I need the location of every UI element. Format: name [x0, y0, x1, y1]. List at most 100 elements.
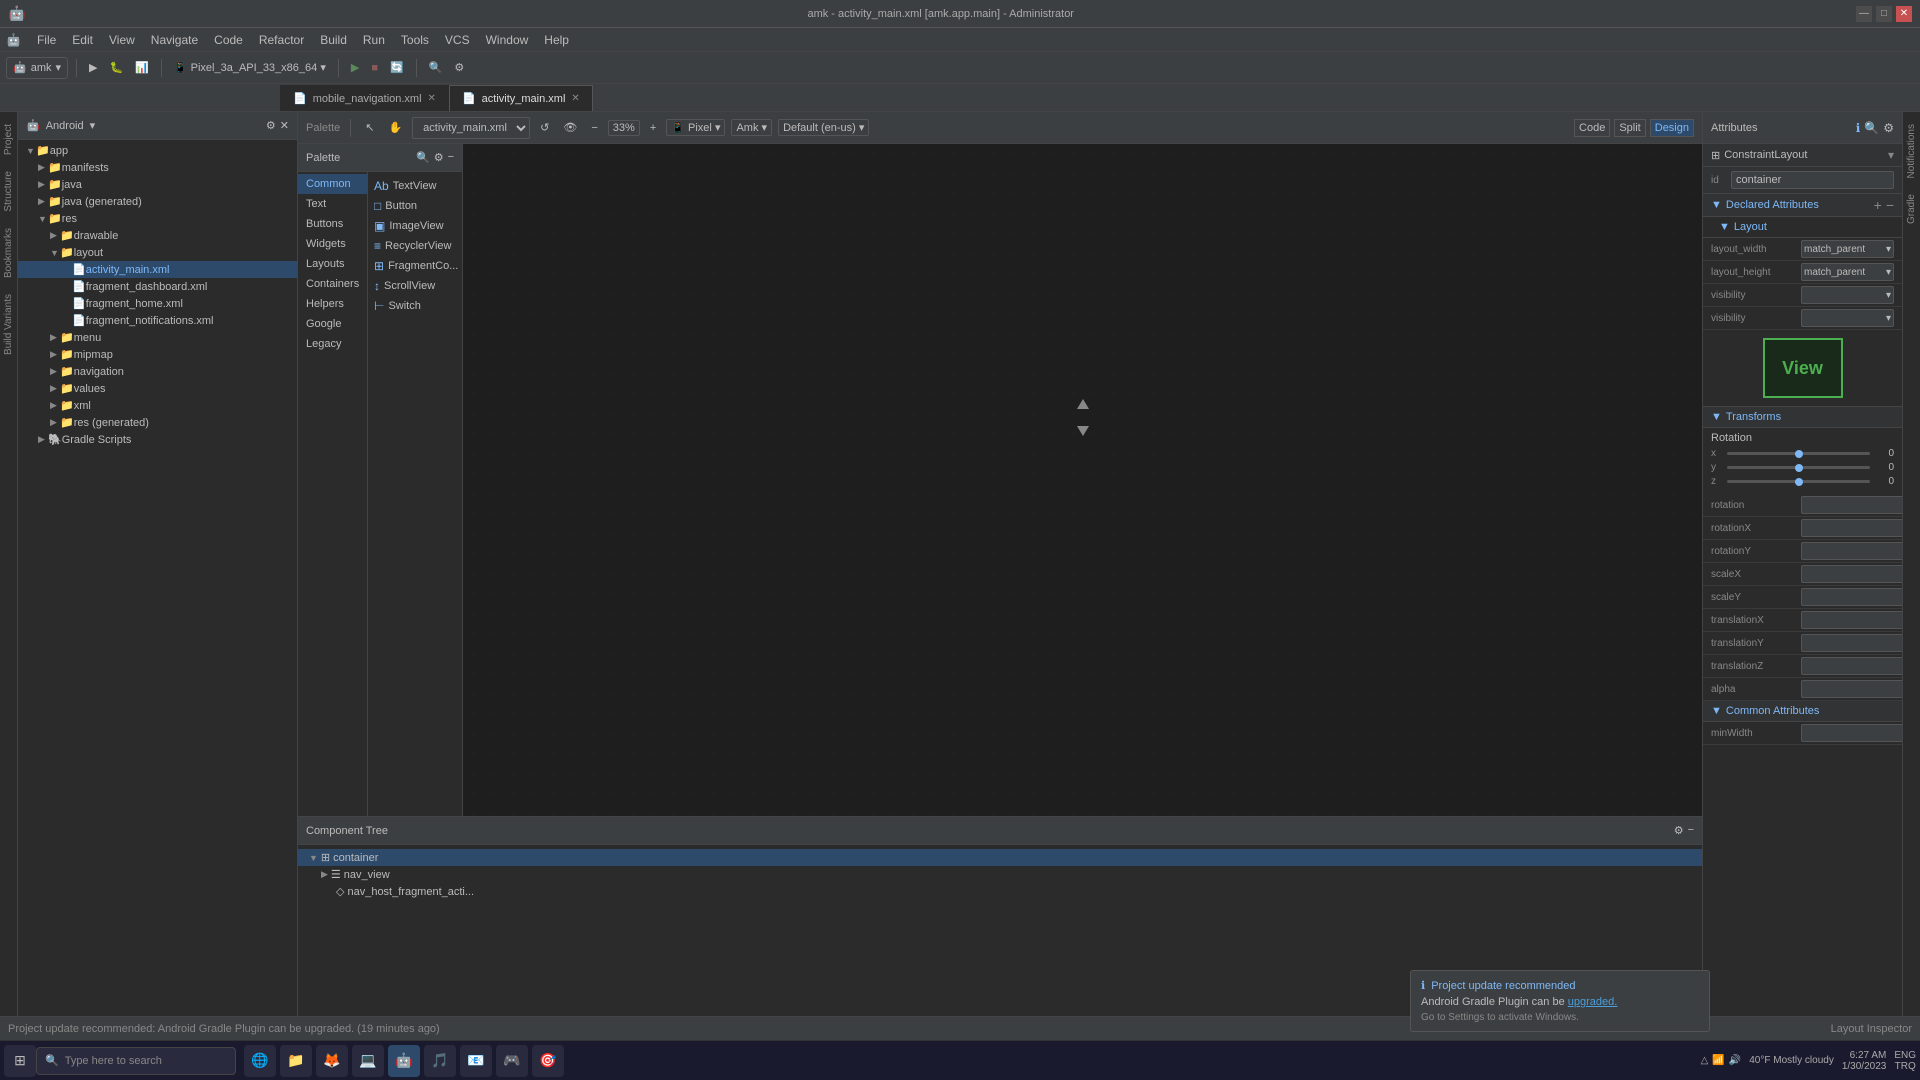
- design-btn-pan[interactable]: ✋: [384, 119, 406, 136]
- search-icon-palette[interactable]: 🔍: [416, 151, 430, 164]
- palette-item-scrollview[interactable]: ↕ ScrollView: [368, 276, 462, 296]
- tree-item-xml[interactable]: ▶ 📁 xml: [18, 397, 297, 414]
- y-slider[interactable]: [1727, 466, 1870, 469]
- tree-item-java-gen[interactable]: ▶ 📁 java (generated): [18, 193, 297, 210]
- tree-item-activity-main[interactable]: 📄 activity_main.xml: [18, 261, 297, 278]
- palette-item-switch[interactable]: ⊢ Switch: [368, 296, 462, 316]
- tree-item-mipmap[interactable]: ▶ 📁 mipmap: [18, 346, 297, 363]
- profile-button[interactable]: 📊: [131, 59, 153, 76]
- menu-vcs[interactable]: VCS: [437, 31, 478, 49]
- design-btn-zoom-out[interactable]: −: [587, 120, 601, 136]
- tree-item-navigation[interactable]: ▶ 📁 navigation: [18, 363, 297, 380]
- transforms-section-header[interactable]: ▼ Transforms: [1703, 407, 1902, 428]
- remove-declared-btn[interactable]: −: [1886, 198, 1894, 212]
- menu-window[interactable]: Window: [478, 31, 537, 49]
- visibility-value[interactable]: ▾: [1801, 286, 1894, 304]
- design-btn-select[interactable]: ↖: [361, 119, 378, 136]
- tab-close-inactive[interactable]: ✕: [428, 93, 436, 104]
- tab-mobile-navigation[interactable]: 📄 mobile_navigation.xml ✕: [280, 85, 449, 111]
- device-selector-design[interactable]: 📱 Pixel ▾: [666, 119, 725, 136]
- menu-file[interactable]: File: [29, 31, 64, 49]
- visibility2-value[interactable]: ▾: [1801, 309, 1894, 327]
- notif-link[interactable]: upgraded.: [1568, 996, 1618, 1008]
- tree-item-menu[interactable]: ▶ 📁 menu: [18, 329, 297, 346]
- panel-structure[interactable]: Structure: [1, 163, 16, 220]
- taskbar-app-2[interactable]: 📁: [280, 1045, 312, 1077]
- start-button[interactable]: ⊞: [4, 1045, 36, 1077]
- tree-item-fragment-notif[interactable]: 📄 fragment_notifications.xml: [18, 312, 297, 329]
- declared-section-header[interactable]: ▼ Declared Attributes + −: [1703, 194, 1902, 217]
- palette-cat-common[interactable]: Common: [298, 174, 367, 194]
- add-declared-btn[interactable]: +: [1874, 198, 1882, 212]
- tree-item-drawable[interactable]: ▶ 📁 drawable: [18, 227, 297, 244]
- palette-item-imageview[interactable]: ▣ ImageView: [368, 216, 462, 236]
- sync-button[interactable]: 🔄: [386, 59, 408, 76]
- taskbar-search[interactable]: 🔍 Type here to search: [36, 1047, 236, 1075]
- menu-run[interactable]: Run: [355, 31, 393, 49]
- tree-item-values[interactable]: ▶ 📁 values: [18, 380, 297, 397]
- project-dropdown[interactable]: 🤖 amk ▾: [6, 57, 68, 79]
- close-icon[interactable]: ✕: [280, 119, 289, 132]
- palette-cat-text[interactable]: Text: [298, 194, 367, 214]
- minus-icon-tree[interactable]: −: [1688, 824, 1694, 837]
- file-selector[interactable]: activity_main.xml: [412, 117, 530, 139]
- maximize-button[interactable]: □: [1876, 6, 1892, 22]
- close-button[interactable]: ✕: [1896, 6, 1912, 22]
- device-selector[interactable]: 📱 Pixel_3a_API_33_x86_64 ▾: [170, 59, 330, 76]
- menu-tools[interactable]: Tools: [393, 31, 437, 49]
- search-icon-attr[interactable]: 🔍: [1864, 121, 1879, 135]
- comp-item-nav-host[interactable]: ◇ nav_host_fragment_acti...: [298, 883, 1702, 900]
- layout-type-selector[interactable]: ⊞ ConstraintLayout ▾: [1711, 148, 1894, 162]
- layout-inspector-link[interactable]: Layout Inspector: [1831, 1023, 1912, 1035]
- zoom-level[interactable]: 33%: [608, 120, 640, 136]
- tree-item-app[interactable]: ▼ 📁 app: [18, 142, 297, 159]
- taskbar-app-5[interactable]: 🎵: [424, 1045, 456, 1077]
- palette-cat-google[interactable]: Google: [298, 314, 367, 334]
- alpha-input[interactable]: [1801, 680, 1902, 698]
- taskbar-app-1[interactable]: 🌐: [244, 1045, 276, 1077]
- scaley-input[interactable]: [1801, 588, 1902, 606]
- tree-item-gradle[interactable]: ▶ 🐘 Gradle Scripts: [18, 431, 297, 448]
- comp-item-container[interactable]: ▼ ⊞ container: [298, 849, 1702, 866]
- x-slider[interactable]: [1727, 452, 1870, 455]
- stop-button[interactable]: ■: [367, 60, 382, 76]
- menu-build[interactable]: Build: [312, 31, 355, 49]
- sdk-selector[interactable]: Amk ▾: [731, 119, 772, 136]
- translationy-input[interactable]: [1801, 634, 1902, 652]
- search-button[interactable]: 🔍: [425, 59, 447, 76]
- tree-item-res[interactable]: ▼ 📁 res: [18, 210, 297, 227]
- palette-cat-widgets[interactable]: Widgets: [298, 234, 367, 254]
- sync-icon[interactable]: ⚙: [266, 119, 276, 132]
- taskbar-app-android[interactable]: 🤖: [388, 1045, 420, 1077]
- rotationy-input[interactable]: [1801, 542, 1902, 560]
- taskbar-app-3[interactable]: 🦊: [316, 1045, 348, 1077]
- design-view-button[interactable]: Design: [1650, 119, 1694, 137]
- run-button[interactable]: ▶: [85, 59, 101, 76]
- z-slider[interactable]: [1727, 480, 1870, 483]
- tree-item-fragment-home[interactable]: 📄 fragment_home.xml: [18, 295, 297, 312]
- id-input[interactable]: [1731, 171, 1894, 189]
- palette-cat-legacy[interactable]: Legacy: [298, 334, 367, 354]
- palette-cat-helpers[interactable]: Helpers: [298, 294, 367, 314]
- rotation-input[interactable]: [1801, 496, 1902, 514]
- minimize-button[interactable]: —: [1856, 6, 1872, 22]
- panel-bookmarks[interactable]: Bookmarks: [1, 220, 16, 286]
- settings-icon-tree[interactable]: ⚙: [1674, 824, 1684, 837]
- tab-close-active[interactable]: ✕: [571, 93, 579, 104]
- design-btn-refresh[interactable]: ↺: [536, 119, 553, 136]
- settings-icon-palette[interactable]: ⚙: [434, 151, 444, 164]
- translationz-input[interactable]: [1801, 657, 1902, 675]
- tree-item-layout[interactable]: ▼ 📁 layout: [18, 244, 297, 261]
- menu-help[interactable]: Help: [536, 31, 577, 49]
- translationx-input[interactable]: [1801, 611, 1902, 629]
- layout-height-value[interactable]: match_parent ▾: [1801, 263, 1894, 281]
- menu-edit[interactable]: Edit: [64, 31, 101, 49]
- code-view-button[interactable]: Code: [1574, 119, 1610, 137]
- comp-item-nav-view[interactable]: ▶ ☰ nav_view: [298, 866, 1702, 883]
- menu-navigate[interactable]: Navigate: [143, 31, 206, 49]
- settings-icon-attr[interactable]: ⚙: [1883, 121, 1894, 135]
- taskbar-app-4[interactable]: 💻: [352, 1045, 384, 1077]
- design-btn-preview[interactable]: 👁: [559, 119, 581, 136]
- panel-notifications[interactable]: Notifications: [1904, 116, 1919, 186]
- scalex-input[interactable]: [1801, 565, 1902, 583]
